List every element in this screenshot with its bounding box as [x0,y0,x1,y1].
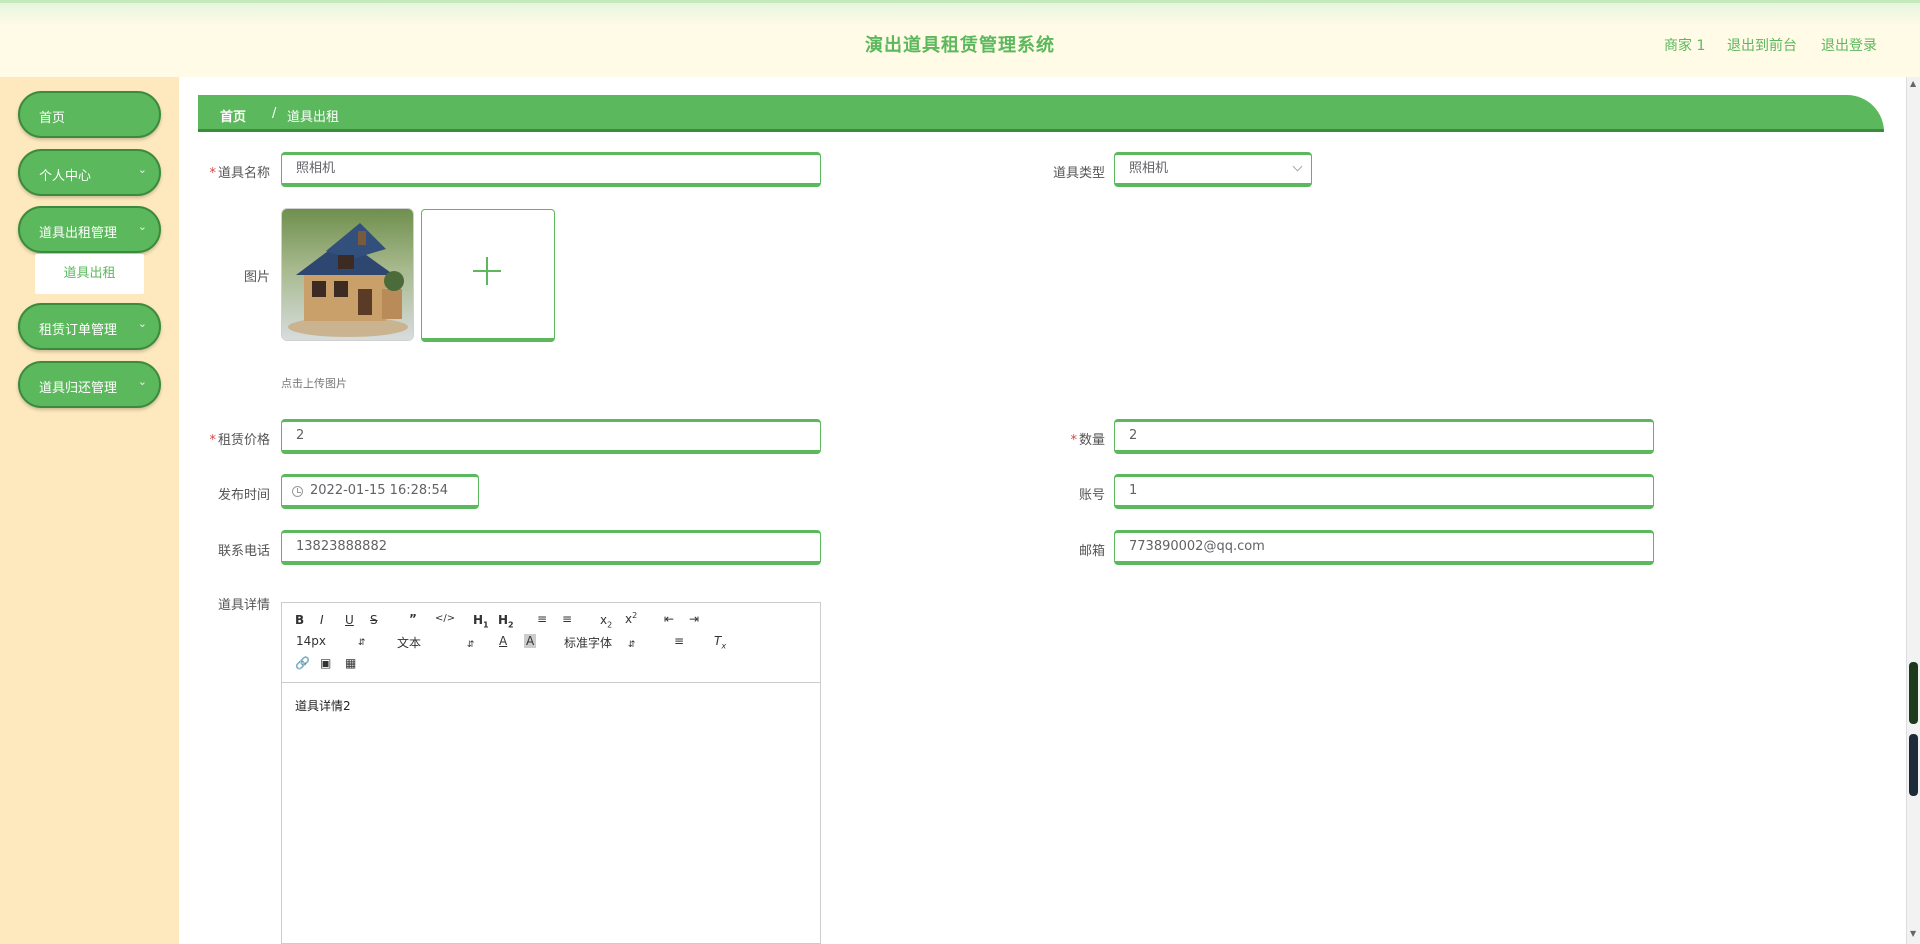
phone-input[interactable]: 13823888882 [281,530,821,565]
blockquote-icon[interactable]: ” [409,612,417,626]
sidebar-item-label: 道具归还管理 [39,381,118,396]
account-input[interactable]: 1 [1114,474,1654,509]
required-mark: * [209,433,216,448]
clear-format-icon[interactable]: Tx [714,634,726,650]
code-block-icon[interactable]: </> [435,613,455,624]
upload-hint: 点击上传图片 [281,377,347,390]
scroll-up-icon[interactable]: ▲ [1910,79,1916,88]
user-menu[interactable]: 商家 1 [1664,35,1705,55]
prop-name-input[interactable]: 照相机 [281,152,821,187]
align-icon[interactable]: ≡ [674,634,684,648]
name-label-text: 道具名称 [217,166,270,181]
detail-label: 道具详情 [217,598,270,613]
italic-button[interactable]: I [320,613,324,627]
sidebar-item-label: 首页 [39,111,66,126]
sidebar-item-label: 道具出租管理 [39,226,118,241]
rental-price-input[interactable]: 2 [281,419,821,454]
indent-icon[interactable]: ⇥ [689,612,699,626]
chevron-down-icon: ⌄ [137,317,147,330]
breadcrumb-separator: / [272,106,277,121]
font-size-value: 14px [296,634,326,648]
scrollbar[interactable]: ▲ ▼ [1906,77,1920,944]
type-label: 道具类型 [1052,166,1105,181]
scroll-thumb-secondary[interactable] [1909,734,1918,796]
account-label: 账号 [1078,488,1105,503]
subscript-button[interactable]: x2 [600,613,612,629]
back-to-front-link[interactable]: 退出到前台 [1727,35,1797,55]
name-label: * 道具名称 [207,162,270,181]
block-type-select[interactable]: 文本 ⇵ [397,634,474,651]
image-label: 图片 [243,270,270,285]
editor-toolbar: B I U S ” </> H1 H2 ≡ ≡ x2 x2 ⇤ ⇥ 14px ⇵… [282,603,820,683]
email-label: 邮箱 [1078,544,1105,559]
font-family-value: 标准字体 [564,636,613,650]
font-size-select[interactable]: 14px ⇵ [296,634,365,648]
quantity-label: * 数量 [1041,429,1105,448]
sidebar: 首页 个人中心 ⌄ 道具出租管理 ⌄ 道具出租 租赁订单管理 ⌄ 道具归还管理 … [0,77,179,944]
strikethrough-button[interactable]: S [370,613,378,627]
prop-type-value: 照相机 [1129,161,1169,176]
updown-icon: ⇵ [357,638,366,648]
breadcrumb-home[interactable]: 首页 [220,106,246,125]
image-upload-button[interactable] [421,209,555,342]
rich-text-editor: B I U S ” </> H1 H2 ≡ ≡ x2 x2 ⇤ ⇥ 14px ⇵… [281,602,821,944]
logout-link[interactable]: 退出登录 [1821,35,1877,55]
heading2-button[interactable]: H2 [498,613,514,629]
image-icon[interactable]: ▣ [320,656,331,670]
font-family-select[interactable]: 标准字体 ⇵ [564,634,635,651]
chevron-down-icon: ⌄ [137,163,147,176]
quantity-input[interactable]: 2 [1114,419,1654,454]
ordered-list-icon[interactable]: ≡ [537,612,547,626]
scroll-down-icon[interactable]: ▼ [1910,929,1916,938]
superscript-button[interactable]: x2 [625,611,637,626]
header: 演出道具租赁管理系统 商家 1 退出到前台 退出登录 [0,0,1920,77]
sidebar-item-label: 租赁订单管理 [39,323,118,338]
updown-icon: ⇵ [627,640,636,650]
scroll-thumb[interactable] [1909,662,1918,724]
video-icon[interactable]: ▦ [345,656,356,670]
prop-type-select[interactable]: 照相机 [1114,152,1312,187]
outdent-icon[interactable]: ⇤ [664,612,674,626]
bold-button[interactable]: B [295,613,304,627]
required-mark: * [1070,433,1077,448]
breadcrumb: 首页 / 道具出租 [198,95,1884,132]
chevron-down-icon: ⌄ [137,220,147,233]
sidebar-item-prop-rental-management[interactable]: 道具出租管理 ⌄ [18,206,161,253]
phone-label: 联系电话 [217,544,270,559]
sidebar-item-label: 个人中心 [39,169,92,184]
underline-button[interactable]: U [345,613,354,627]
block-type-value: 文本 [397,636,422,650]
sidebar-item-home[interactable]: 首页 [18,91,161,138]
quantity-label-text: 数量 [1078,433,1105,448]
chevron-down-icon: ⌄ [137,375,147,388]
publish-time-value: 2022-01-15 16:28:54 [310,483,449,498]
app-title: 演出道具租赁管理系统 [865,35,1055,56]
background-color-button[interactable]: A [524,634,537,648]
email-input[interactable]: 773890002@qq.com [1114,530,1654,565]
house-model-image [282,209,413,340]
price-label: * 租赁价格 [207,429,270,448]
sidebar-item-personal-center[interactable]: 个人中心 ⌄ [18,149,161,196]
plus-icon [473,257,501,285]
breadcrumb-current: 道具出租 [287,110,340,125]
sidebar-item-return-management[interactable]: 道具归还管理 ⌄ [18,361,161,408]
chevron-down-icon [1292,161,1303,172]
uploaded-image-thumbnail[interactable] [281,208,414,341]
sidebar-subitem-prop-rental[interactable]: 道具出租 [35,254,144,294]
heading1-button[interactable]: H1 [473,613,489,629]
required-mark: * [209,166,216,181]
main-content: 首页 / 道具出租 * 道具名称 照相机 道具类型 照相机 图片 点击上传图片 … [179,77,1906,944]
sidebar-item-order-management[interactable]: 租赁订单管理 ⌄ [18,303,161,350]
clock-icon [292,486,303,497]
link-icon[interactable]: 🔗 [295,656,310,670]
bullet-list-icon[interactable]: ≡ [562,612,572,626]
publish-time-picker[interactable]: 2022-01-15 16:28:54 [281,474,479,509]
publish-time-label: 发布时间 [217,488,270,503]
text-color-button[interactable]: A [499,634,507,648]
price-label-text: 租赁价格 [217,433,270,448]
updown-icon: ⇵ [466,640,475,650]
editor-content[interactable]: 道具详情2 [295,697,351,714]
